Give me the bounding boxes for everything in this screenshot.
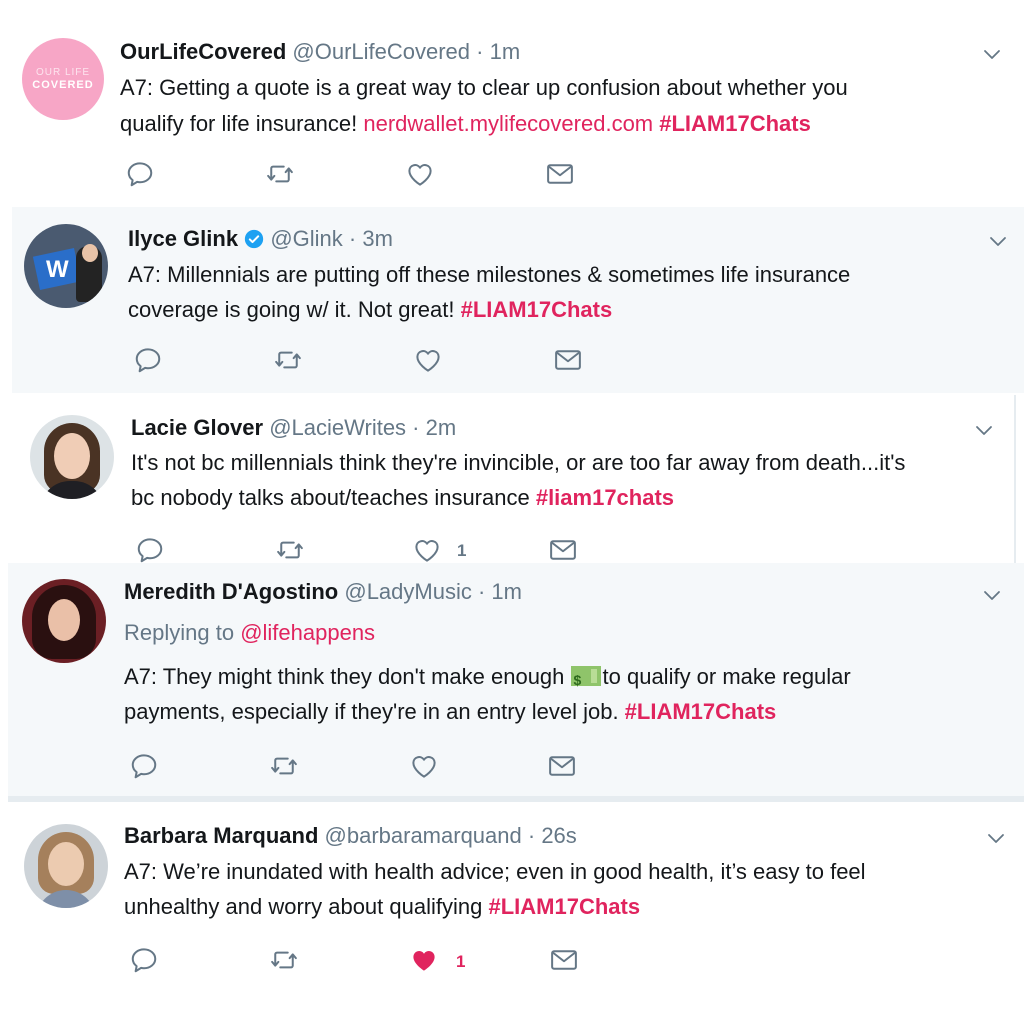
tweet-header: Lacie Glover @LacieWrites · 2m [131,415,457,440]
verified-badge-icon [244,229,264,249]
chevron-down-icon[interactable] [984,826,1008,850]
tweet-link[interactable]: nerdwallet.mylifecovered.com [363,111,653,136]
hashtag[interactable]: #LIAM17Chats [659,111,811,136]
avatar[interactable] [22,579,106,663]
timestamp[interactable]: 26s [541,823,576,848]
tweet-text-line2: payments, especially if they're in an en… [124,699,777,724]
handle[interactable]: @Glink [270,226,342,251]
direct-message-icon[interactable] [549,945,579,975]
tweet-text-line2: bc nobody talks about/teaches insurance … [131,485,675,510]
handle[interactable]: @LadyMusic [344,579,472,604]
reply-mention-link[interactable]: @lifehappens [240,620,375,645]
hashtag[interactable]: #LIAM17Chats [488,894,640,919]
avatar-photo-face [54,433,90,479]
timestamp[interactable]: 1m [491,579,522,604]
display-name[interactable]: Barbara Marquand [124,823,318,848]
timestamp[interactable]: 2m [426,415,457,440]
like-icon[interactable] [405,159,435,189]
timestamp[interactable]: 1m [490,39,521,64]
retweet-icon[interactable] [275,535,305,565]
handle[interactable]: @barbaramarquand [325,823,522,848]
liked-heart-icon[interactable] [409,945,439,975]
tweet-header: OurLifeCovered @OurLifeCovered · 1m [120,39,521,64]
retweet-icon[interactable] [269,945,299,975]
avatar-photo-sign-letter: W [46,256,69,283]
chevron-down-icon[interactable] [980,583,1004,607]
reply-icon[interactable] [125,159,155,189]
reply-icon[interactable] [133,345,163,375]
display-name[interactable]: Lacie Glover [131,415,263,440]
avatar[interactable] [30,415,114,499]
tweet-glink[interactable]: W Ilyce Glink @Glink · 3m A7: Millennial… [12,207,1024,393]
display-name[interactable]: Ilyce Glink [128,226,238,251]
handle[interactable]: @LacieWrites [269,415,406,440]
like-icon[interactable] [413,345,443,375]
tweet-header: Ilyce Glink @Glink · 3m [128,226,393,251]
like-icon[interactable] [412,535,442,565]
tweet-text-line1: A7: We’re inundated with health advice; … [124,859,866,884]
tweet-text-line1: It's not bc millennials think they're in… [131,450,906,475]
avatar-photo-shirt [36,890,96,908]
tweet-text-line1: A7: Millennials are putting off these mi… [128,262,851,287]
replying-to: Replying to @lifehappens [124,620,376,645]
handle[interactable]: @OurLifeCovered [292,39,470,64]
hashtag[interactable]: #LIAM17Chats [625,699,777,724]
avatar[interactable]: W [24,224,108,308]
chevron-down-icon[interactable] [980,42,1004,66]
tweet-text-line2: unhealthy and worry about qualifying #LI… [124,894,641,919]
avatar-photo-face [48,599,80,641]
tweet-text-line2: coverage is going w/ it. Not great! #LIA… [128,297,613,322]
avatar[interactable] [24,824,108,908]
reply-icon[interactable] [135,535,165,565]
like-icon[interactable] [409,751,439,781]
tweet-header: Meredith D'Agostino @LadyMusic · 1m [124,579,522,604]
like-count: 1 [457,541,467,560]
reply-icon[interactable] [129,945,159,975]
like-count: 1 [456,952,466,971]
direct-message-icon[interactable] [545,159,575,189]
chevron-down-icon[interactable] [972,418,996,442]
reply-icon[interactable] [129,751,159,781]
tweet-text-line1: A7: Getting a quote is a great way to cl… [120,75,848,100]
retweet-icon[interactable] [265,159,295,189]
avatar-photo-face [48,842,84,886]
timestamp[interactable]: 3m [362,226,393,251]
retweet-icon[interactable] [269,751,299,781]
tweet-header: Barbara Marquand @barbaramarquand · 26s [124,823,577,848]
direct-message-icon[interactable] [553,345,583,375]
display-name[interactable]: Meredith D'Agostino [124,579,338,604]
avatar-logo-top: OUR LIFE [35,67,91,78]
hashtag[interactable]: #LIAM17Chats [461,297,613,322]
tweet-text-line2: qualify for life insurance! nerdwallet.m… [120,111,811,136]
avatar-photo-face [82,244,98,262]
avatar-logo-bottom: COVERED [32,79,94,91]
avatar[interactable]: OUR LIFE COVERED [22,38,104,120]
direct-message-icon[interactable] [548,535,578,565]
money-emoji-icon: $ [570,666,601,688]
display-name[interactable]: OurLifeCovered [120,39,286,64]
tweet-text-line1: A7: They might think they don't make eno… [124,664,851,689]
tweet-barbaramarquand[interactable]: Barbara Marquand @barbaramarquand · 26s … [0,802,1024,1011]
chevron-down-icon[interactable] [986,229,1010,253]
direct-message-icon[interactable] [547,751,577,781]
tweet-ourlifecovered[interactable]: OUR LIFE COVERED OurLifeCovered @OurLife… [0,0,1024,205]
tweet-ladymusic[interactable]: Meredith D'Agostino @LadyMusic · 1m Repl… [8,563,1024,796]
hashtag[interactable]: #liam17chats [536,485,674,510]
tweet-laciewrites[interactable]: Lacie Glover @LacieWrites · 2m It's not … [12,395,1016,563]
retweet-icon[interactable] [273,345,303,375]
